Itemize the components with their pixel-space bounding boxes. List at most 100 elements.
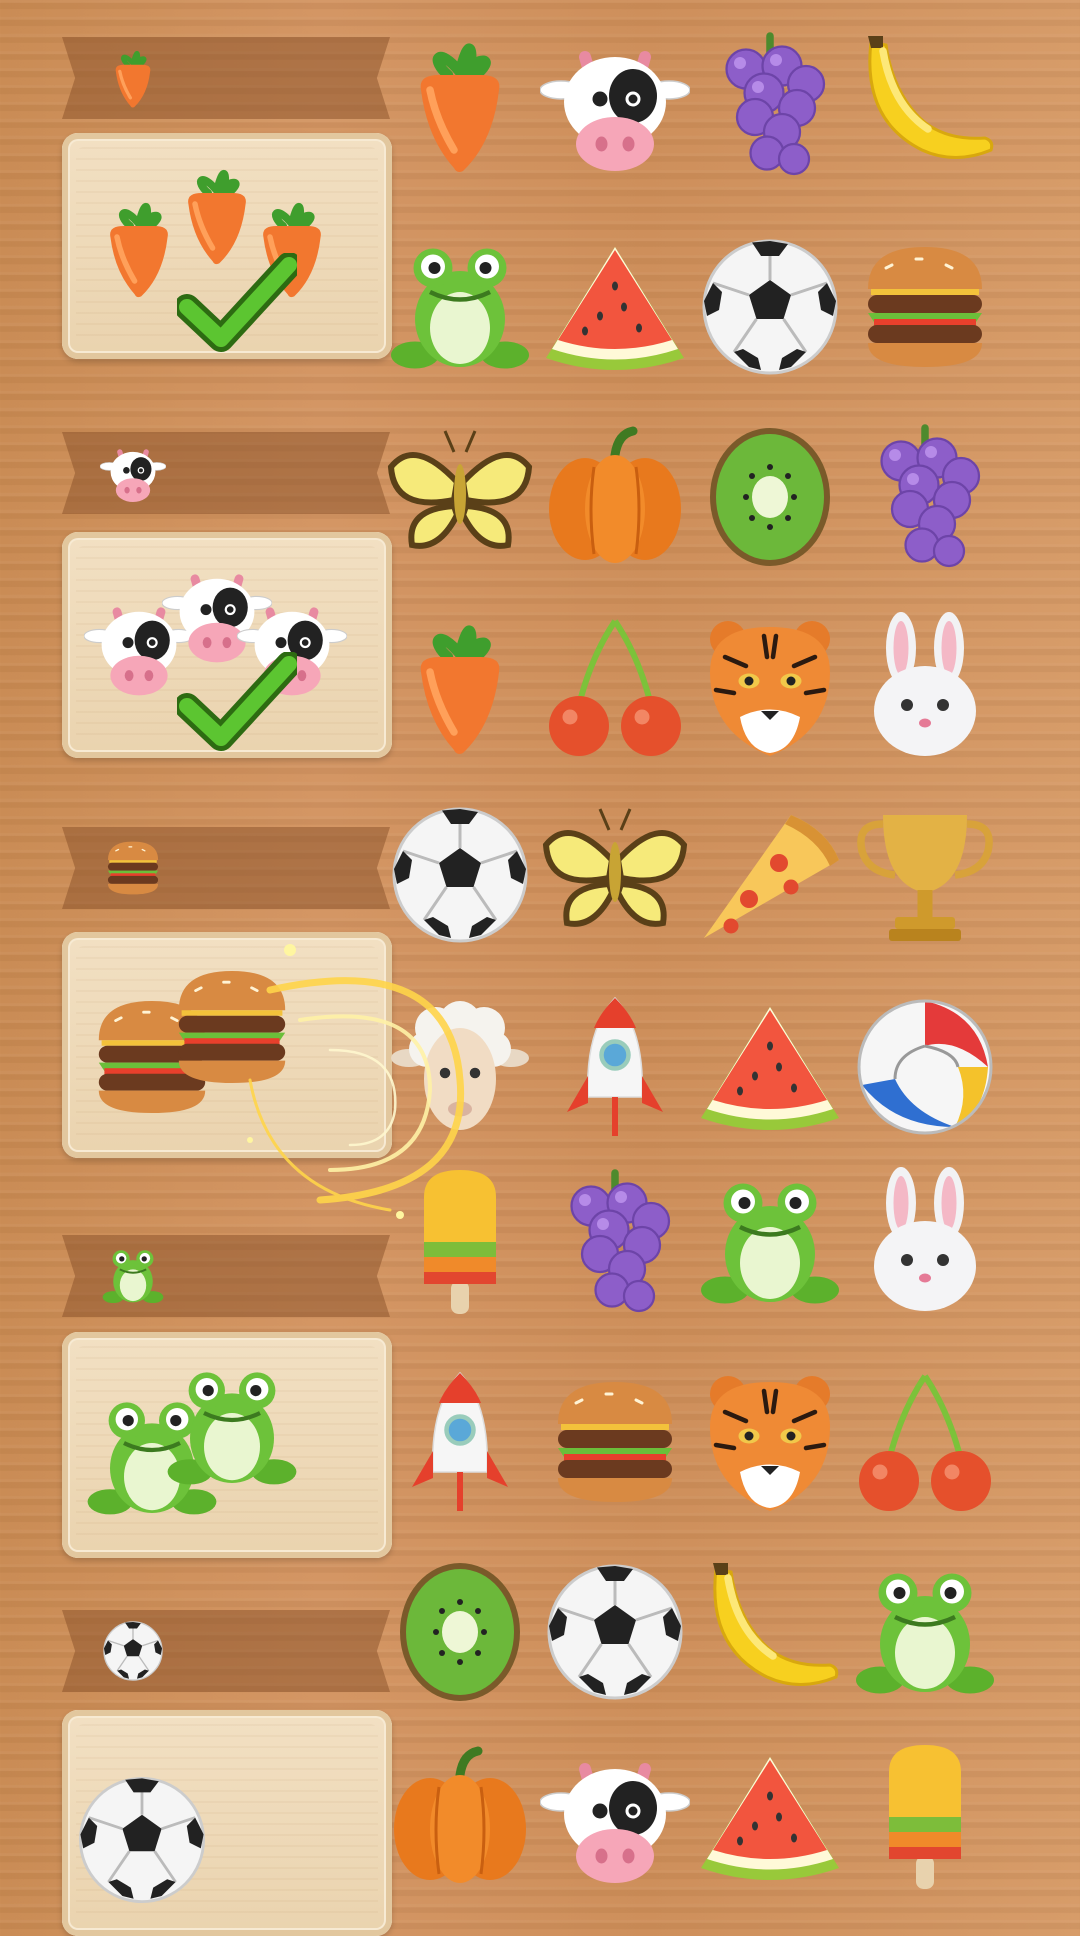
tiger-tile[interactable]	[695, 1367, 845, 1517]
rocket-icon	[385, 1367, 535, 1517]
pumpkin-tile[interactable]	[540, 422, 690, 572]
soccer-ball-icon	[72, 1770, 212, 1910]
goal-tray-cow	[62, 532, 392, 758]
game-screen: { "goals": [ {"item":"carrot","count":"3…	[0, 0, 1080, 1936]
banana-icon	[695, 1557, 845, 1707]
burger-icon	[540, 1367, 690, 1517]
watermelon-icon	[695, 1742, 845, 1892]
popsicle-icon	[385, 1167, 535, 1317]
watermelon-tile[interactable]	[695, 1742, 845, 1892]
burger-tile[interactable]	[850, 232, 1000, 382]
trophy-tile[interactable]	[850, 800, 1000, 950]
pumpkin-icon	[540, 422, 690, 572]
soccer-ball-icon	[100, 1618, 166, 1684]
carrot-tile[interactable]	[385, 612, 535, 762]
grapes-tile[interactable]	[695, 30, 845, 180]
tiger-icon	[695, 1367, 845, 1517]
soccer-ball-tile[interactable]	[695, 232, 845, 382]
kiwi-tile[interactable]	[695, 422, 845, 572]
sheep-tile[interactable]	[385, 992, 535, 1142]
frog-icon	[850, 1557, 1000, 1707]
cow-icon	[100, 440, 166, 506]
cherries-tile[interactable]	[850, 1367, 1000, 1517]
cherries-icon	[850, 1367, 1000, 1517]
butterfly-tile[interactable]	[385, 422, 535, 572]
watermelon-tile[interactable]	[540, 232, 690, 382]
soccer-ball-icon	[385, 800, 535, 950]
frog-tile[interactable]	[385, 232, 535, 382]
burger-icon	[850, 232, 1000, 382]
goal-ribbon-soccer-ball	[62, 1610, 390, 1692]
rocket-tile[interactable]	[385, 1367, 535, 1517]
grapes-icon	[540, 1167, 690, 1317]
trophy-icon	[850, 800, 1000, 950]
carrot-icon	[385, 30, 535, 180]
rabbit-tile[interactable]	[850, 1167, 1000, 1317]
frog-icon	[695, 1167, 845, 1317]
rabbit-icon	[850, 1167, 1000, 1317]
frog-tile[interactable]	[695, 1167, 845, 1317]
goal-ribbon-burger	[62, 827, 390, 909]
burger-icon	[100, 835, 166, 901]
kiwi-icon	[695, 422, 845, 572]
soccer-ball-icon	[540, 1557, 690, 1707]
pizza-tile[interactable]	[695, 800, 845, 950]
watermelon-tile[interactable]	[695, 992, 845, 1142]
watermelon-icon	[695, 992, 845, 1142]
frog-icon	[100, 1243, 166, 1309]
cow-icon	[540, 30, 690, 180]
carrot-icon	[100, 45, 166, 111]
goal-tray-soccer-ball	[62, 1710, 392, 1936]
rocket-tile[interactable]	[540, 992, 690, 1142]
carrot-tile[interactable]	[385, 30, 535, 180]
popsicle-icon	[850, 1742, 1000, 1892]
grapes-tile[interactable]	[850, 422, 1000, 572]
sheep-icon	[385, 992, 535, 1142]
soccer-ball-icon	[695, 232, 845, 382]
banana-icon	[850, 30, 1000, 180]
popsicle-tile[interactable]	[385, 1167, 535, 1317]
grapes-icon	[695, 30, 845, 180]
soccer-ball-tile[interactable]	[540, 1557, 690, 1707]
frog-icon	[385, 232, 535, 382]
rocket-icon	[540, 992, 690, 1142]
soccer-ball-tile[interactable]	[385, 800, 535, 950]
goal-ribbon-frog	[62, 1235, 390, 1317]
rabbit-tile[interactable]	[850, 612, 1000, 762]
popsicle-tile[interactable]	[850, 1742, 1000, 1892]
pizza-icon	[695, 800, 845, 950]
pumpkin-icon	[385, 1742, 535, 1892]
grapes-tile[interactable]	[540, 1167, 690, 1317]
rabbit-icon	[850, 612, 1000, 762]
pumpkin-tile[interactable]	[385, 1742, 535, 1892]
goal-ribbon-cow	[62, 432, 390, 514]
cherries-tile[interactable]	[540, 612, 690, 762]
burger-tile[interactable]	[540, 1367, 690, 1517]
volleyball-icon	[850, 992, 1000, 1142]
butterfly-icon	[540, 800, 690, 950]
checkmark-icon	[174, 651, 302, 752]
goal-tray-carrot	[62, 133, 392, 359]
tiger-icon	[695, 612, 845, 762]
goal-ribbon-carrot	[62, 37, 390, 119]
volleyball-tile[interactable]	[850, 992, 1000, 1142]
banana-tile[interactable]	[695, 1557, 845, 1707]
goal-tray-frog	[62, 1332, 392, 1558]
cow-tile[interactable]	[540, 1742, 690, 1892]
banana-tile[interactable]	[850, 30, 1000, 180]
cow-tile[interactable]	[540, 30, 690, 180]
frog-tile[interactable]	[850, 1557, 1000, 1707]
kiwi-icon	[385, 1557, 535, 1707]
butterfly-tile[interactable]	[540, 800, 690, 950]
tiger-tile[interactable]	[695, 612, 845, 762]
kiwi-tile[interactable]	[385, 1557, 535, 1707]
grapes-icon	[850, 422, 1000, 572]
butterfly-icon	[385, 422, 535, 572]
cherries-icon	[540, 612, 690, 762]
carrot-icon	[385, 612, 535, 762]
checkmark-icon	[174, 252, 302, 353]
watermelon-icon	[540, 232, 690, 382]
cow-icon	[540, 1742, 690, 1892]
burger-icon	[162, 952, 302, 1102]
frog-icon	[162, 1352, 302, 1502]
